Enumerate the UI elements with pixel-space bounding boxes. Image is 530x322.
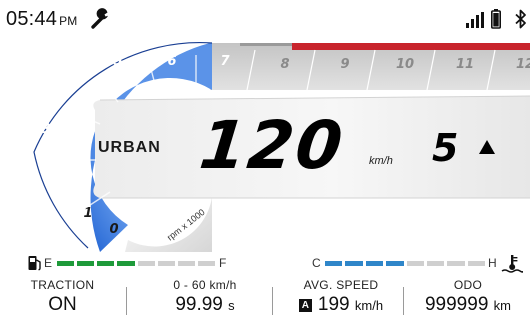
gauge-segment — [365, 261, 384, 266]
gear-indicator: 5 — [432, 126, 459, 170]
tach-tick-label: 6 — [167, 54, 176, 69]
accel-value: 99.99 — [175, 294, 223, 315]
info-divider — [126, 287, 127, 315]
gauge-segment — [197, 261, 215, 266]
tach-tick-label: 0 — [109, 222, 118, 237]
tach-tick-label: 5 — [113, 54, 122, 69]
accel-unit: s — [228, 298, 235, 313]
gauge-segment — [177, 261, 195, 266]
gauge-segment — [447, 261, 465, 266]
avg-speed-label: AVG. SPEED — [303, 278, 379, 292]
fuel-full-label: F — [219, 256, 227, 270]
trip-a-badge: A — [298, 299, 312, 312]
battery-icon — [491, 9, 501, 29]
gauge-segment — [325, 261, 343, 266]
fuel-empty-label: E — [44, 256, 53, 270]
info-divider — [272, 287, 273, 315]
clock: 05:44 PM — [6, 8, 77, 31]
tach-tick-label: 7 — [220, 54, 230, 69]
avg-speed-info: AVG. SPEED A 199 km/h — [282, 278, 400, 322]
status-bar: 05:44 PM — [0, 0, 530, 40]
tach-rail-top-line — [240, 43, 292, 46]
traction-info: TRACTION ON — [20, 278, 105, 322]
wrench-icon — [91, 8, 108, 29]
tach-tick-label: 10 — [396, 57, 414, 72]
coolant-temp-icon — [501, 255, 523, 273]
bluetooth-icon — [515, 9, 526, 29]
tach-tick-label: 4 — [62, 79, 72, 94]
gauge-segment — [137, 261, 155, 266]
gauge-segment — [467, 261, 485, 266]
up-arrow-icon — [479, 140, 495, 154]
gauge-segment — [97, 261, 115, 266]
speed-value: 120 — [196, 107, 348, 184]
gauge-segment — [77, 261, 95, 266]
tach-tick-label: 8 — [280, 57, 289, 72]
clock-time: 05:44 — [6, 8, 58, 30]
traction-label: TRACTION — [30, 278, 95, 292]
gauge-segment — [157, 261, 175, 266]
tach-grey-rail — [210, 43, 530, 90]
odo-label: ODO — [453, 278, 483, 292]
temp-hot-label: H — [488, 256, 497, 270]
traction-value: ON — [48, 294, 77, 315]
fuel-pump-icon — [28, 256, 41, 271]
tach-redline-bar — [292, 43, 530, 50]
signal-icon — [466, 12, 484, 28]
odo-unit: km — [493, 298, 512, 313]
gauge-segment — [345, 261, 363, 266]
info-divider — [403, 287, 404, 315]
gauge-segment — [386, 261, 404, 266]
odo-value-line: 999999 km — [408, 294, 528, 316]
tach-tick-label: 3 — [41, 122, 50, 137]
tach-tick-label: 9 — [340, 57, 349, 72]
tach-tick-label: 2 — [49, 173, 58, 188]
gauge-segment — [57, 261, 75, 266]
tach-arc-divider — [99, 77, 119, 103]
fuel-temp-row: E F C H — [0, 252, 530, 274]
tach-tick-label: 12 — [516, 57, 530, 72]
accel-value-line: 99.99 s — [140, 294, 270, 316]
gauge-segment — [426, 261, 445, 266]
tach-tick-label: 11 — [456, 57, 474, 72]
gauge-segment — [117, 261, 135, 266]
avg-speed-value: 199 — [317, 294, 350, 315]
temp-cold-label: C — [312, 256, 321, 270]
gauge-segment — [406, 261, 424, 266]
avg-speed-unit: km/h — [354, 298, 384, 313]
odo-info: ODO 999999 km — [408, 278, 528, 322]
accel-label: 0 - 60 km/h — [173, 278, 237, 292]
speed-unit: km/h — [369, 155, 393, 167]
accel-info: 0 - 60 km/h 99.99 s — [140, 278, 270, 322]
ride-mode: URBAN — [98, 139, 161, 156]
avg-speed-value-line: A 199 km/h — [282, 294, 400, 316]
odo-value: 999999 — [424, 294, 489, 315]
clock-ampm: PM — [59, 14, 78, 28]
